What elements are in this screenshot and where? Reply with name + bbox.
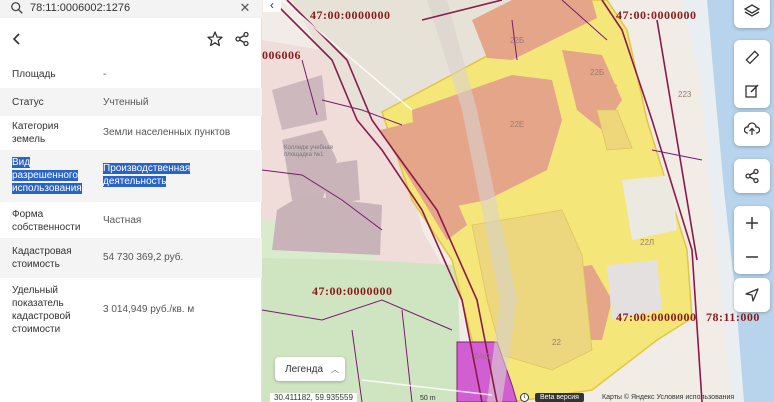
search-bar[interactable]: 78:11:0006002:1276 ✕ — [0, 0, 262, 18]
close-icon[interactable]: ✕ — [238, 0, 252, 16]
property-row: Форма собственности Частная — [0, 202, 262, 238]
property-value: Земли населенных пунктов — [103, 127, 231, 138]
property-label: Площадь — [12, 69, 56, 80]
building-number: 22 — [552, 338, 561, 347]
zoom-control — [734, 206, 770, 274]
quarter-label: 47:00:0000000 — [312, 284, 393, 298]
panel-toolbar — [0, 24, 262, 54]
property-list: Площадь - Статус Учтенный Категория земе… — [0, 60, 262, 344]
navigation-arrow-icon[interactable] — [734, 278, 770, 312]
property-value: Учтенный — [103, 97, 149, 108]
layers-icon[interactable] — [734, 0, 770, 28]
building-number: 22Е — [510, 120, 525, 129]
map-view[interactable]: 47:00:0000000 47:00:0000000 006006 47:00… — [262, 0, 774, 402]
zoom-in-icon[interactable] — [734, 206, 770, 240]
share-control[interactable] — [734, 159, 770, 193]
property-row: Площадь - — [0, 60, 262, 88]
legend-label: Легенда — [285, 363, 324, 375]
locate-control[interactable] — [734, 278, 770, 312]
building-number: 24к2 — [474, 352, 491, 361]
beta-badge[interactable]: Beta версия — [535, 393, 584, 402]
collapse-panel-button[interactable]: ‹ — [263, 0, 281, 12]
property-value: Частная — [103, 215, 142, 226]
property-label: Удельный показатель кадастровой стоимост… — [12, 285, 71, 335]
map-canvas[interactable] — [262, 0, 774, 402]
chevron-up-icon: ︿ — [331, 364, 340, 374]
property-label: Форма собственности — [12, 209, 81, 233]
legend-button[interactable]: Легенда ︿ — [275, 357, 345, 381]
building-number: 223 — [678, 90, 692, 99]
star-icon[interactable] — [206, 30, 224, 48]
app-root: 47:00:0000000 47:00:0000000 006006 47:00… — [0, 0, 774, 402]
quarter-label-partial: 006006 — [262, 48, 301, 62]
tools-control — [734, 40, 770, 108]
property-row: Удельный показатель кадастровой стоимост… — [0, 278, 262, 344]
quarter-label: 78:11:000 — [706, 310, 760, 324]
cloud-upload-icon[interactable] — [734, 112, 770, 146]
info-panel: 78:11:0006002:1276 ✕ Площадь - Статус Уч… — [0, 0, 262, 402]
zoom-out-icon[interactable] — [734, 240, 770, 274]
building-number: 22Б — [510, 36, 525, 45]
ruler-icon[interactable] — [734, 40, 770, 74]
share-nodes-icon[interactable] — [734, 159, 770, 193]
building-number: 22Б — [590, 68, 605, 77]
coordinates-readout: 30.411182, 59.935559 — [270, 393, 357, 402]
quarter-label: 47:00:0000000 — [310, 8, 391, 22]
map-attribution[interactable]: Карты © Яндекс Условия использования — [602, 394, 734, 401]
property-value: - — [103, 69, 107, 80]
info-icon[interactable]: i — [520, 393, 529, 402]
search-icon[interactable] — [10, 1, 24, 15]
property-label: Кадастровая стоимость — [12, 246, 72, 270]
property-row: Кадастровая стоимость 54 730 369,2 руб. — [0, 238, 262, 278]
scale-label: 50 m — [420, 395, 436, 402]
back-arrow-icon[interactable] — [8, 30, 26, 48]
property-row-selected: Вид разрешенного использования Производс… — [0, 150, 262, 202]
property-value: 3 014,949 руб./кв. м — [103, 304, 195, 315]
edit-icon[interactable] — [734, 74, 770, 108]
building-number: 22Л — [640, 238, 655, 247]
layers-control[interactable] — [734, 0, 770, 28]
search-input[interactable]: 78:11:0006002:1276 — [30, 2, 130, 14]
property-label: Вид разрешенного использования — [12, 157, 82, 194]
property-label: Статус — [12, 97, 44, 108]
quarter-label: 47:00:0000000 — [616, 310, 697, 324]
property-value: Производственная деятельность — [103, 163, 191, 187]
property-value: 54 730 369,2 руб. — [103, 252, 184, 263]
coordinates-bar: 30.411182, 59.935559 — [270, 393, 357, 402]
property-row: Категория земель Земли населенных пункто… — [0, 116, 262, 150]
property-label: Категория земель — [12, 121, 59, 145]
share-icon[interactable] — [233, 30, 251, 48]
school-label: Колледж учебная площадка №1 — [284, 145, 333, 158]
quarter-label: 47:00:0000000 — [616, 8, 697, 22]
property-row: Статус Учтенный — [0, 88, 262, 116]
upload-control[interactable] — [734, 112, 770, 146]
